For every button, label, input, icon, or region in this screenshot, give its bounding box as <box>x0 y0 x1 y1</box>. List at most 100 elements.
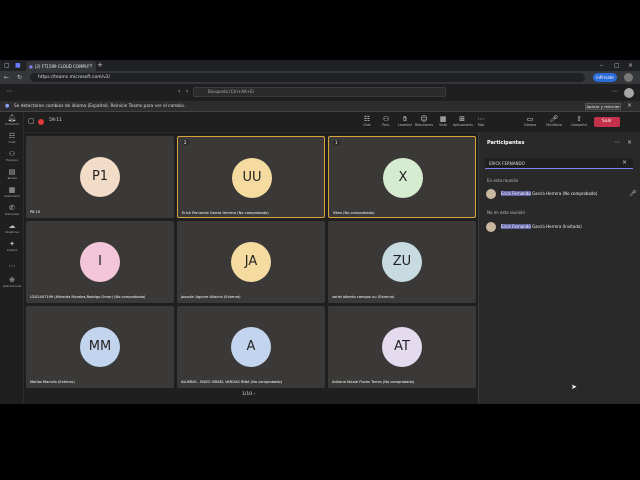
mic-icon: 🎤︎ <box>629 190 637 197</box>
meeting-toolbar: ▢ 59:11 ☷ Chat ⚇ Pers. ✋︎ Levantar ☺ Rea… <box>24 112 640 133</box>
teams-back-icon[interactable]: ‹ <box>178 88 180 95</box>
apps-icon: ⊞ <box>459 115 465 123</box>
raise-hand-icon: ✋︎ <box>403 115 407 123</box>
teams-forward-icon[interactable]: › <box>186 88 188 95</box>
url-input[interactable]: https://teams.microsoft.com/v2/ <box>30 73 585 82</box>
participant-row[interactable]: EF Erick Fernando García Herrera (Invita… <box>486 221 636 233</box>
search-highlight: Erick Fernando <box>501 224 531 229</box>
screen: ▢ ■ ■ (2) FT1599 CLOUD COMPUTI × + – ▢ ×… <box>0 0 640 480</box>
calendar-icon: ▦ <box>8 186 16 194</box>
video-tile[interactable]: A ALUMNO - ENZO ISRAEL VARGAS RINA (No c… <box>177 306 325 388</box>
participant-name: P6 10 <box>30 210 41 214</box>
tab-teams[interactable]: ■ (2) FT1599 CLOUD COMPUTI × <box>26 61 96 71</box>
more-button[interactable]: ⋯ Más <box>472 115 490 128</box>
browser-window: ▢ ■ ■ (2) FT1599 CLOUD COMPUTI × + – ▢ ×… <box>0 60 640 404</box>
participant-avatar: EF <box>486 222 496 232</box>
clear-search-icon[interactable]: × <box>622 159 627 166</box>
video-tile[interactable]: I U202407199 (Miranda Morales,Rodrigo Om… <box>26 221 174 303</box>
camera-button[interactable]: ▭ Cámara <box>521 115 539 128</box>
participant-avatar: EF <box>486 189 496 199</box>
bell-icon: 🔔︎ <box>7 114 17 122</box>
video-tile[interactable]: 2 UU Erick Fernando García Herrera (No c… <box>177 136 325 218</box>
rail-item-more[interactable]: ⋯ <box>0 262 24 270</box>
participant-name: Matías Marrufo (Externo) <box>30 380 75 384</box>
more-icon: ⋯ <box>477 115 485 123</box>
react-icon: ☺ <box>420 115 428 123</box>
video-tile[interactable]: JA Joaquín Aguirre Aliocha (Externo) <box>177 221 325 303</box>
video-tile[interactable]: AT Adriana Nicole Flores Torres (No comp… <box>328 306 476 388</box>
browser-profile-avatar[interactable] <box>624 73 633 82</box>
minimize-icon[interactable]: – <box>600 61 603 70</box>
next-page-icon[interactable]: › <box>254 392 256 397</box>
rail-item-calls[interactable]: ✆ Llamadas <box>0 204 24 216</box>
chat-button[interactable]: ☷ Chat <box>358 115 376 128</box>
leave-button[interactable]: Salir <box>594 117 620 127</box>
participant-avatar: X <box>383 158 423 198</box>
settings-more-icon[interactable]: ⋯ <box>612 88 618 95</box>
video-tile[interactable]: P1 P6 10 <box>26 136 174 218</box>
apps-button[interactable]: ⊞ Aplicaciones <box>453 115 473 128</box>
rail-item-copilot[interactable]: ✦ Copilot <box>0 240 24 252</box>
participant-row[interactable]: EF Erick Fernando García Herrera (No com… <box>486 188 637 200</box>
mic-button[interactable]: 🎤︎ Micrófono <box>545 115 563 128</box>
video-tile[interactable]: 1 X XIlan (No comprobado) <box>328 136 476 218</box>
chat-icon: ☷ <box>363 115 371 123</box>
maximize-icon[interactable]: ▢ <box>614 61 620 70</box>
participant-name: Joaquín Aguirre Aliocha (Externo) <box>181 295 241 299</box>
participant-avatar: ZU <box>382 242 422 282</box>
share-button[interactable]: ⇧ Compartir <box>570 115 588 128</box>
people-button[interactable]: ⚇ Pers. <box>377 115 395 128</box>
meeting-details-icon[interactable]: ▢ <box>28 117 35 125</box>
banner-close-icon[interactable]: × <box>627 102 632 109</box>
close-window-icon[interactable]: × <box>628 61 633 70</box>
participant-name: zariel alberto campos uu (Externo) <box>332 295 395 299</box>
rail-item-apps[interactable]: ⊕ Aplicaciones <box>0 276 24 288</box>
grid-pager[interactable]: 1/10 › <box>242 392 255 397</box>
react-button[interactable]: ☺ Reacciones <box>415 115 433 128</box>
app-launcher-icon[interactable]: ⋯ <box>6 88 12 95</box>
participant-avatar: UU <box>232 158 272 198</box>
tab-close-icon[interactable]: × <box>89 63 93 69</box>
participant-avatar: P1 <box>80 157 120 197</box>
back-icon[interactable]: ← <box>4 73 9 82</box>
participant-avatar: JA <box>231 242 271 282</box>
chat-icon: ☷ <box>8 132 16 140</box>
participant-avatar: A <box>231 327 271 367</box>
language-banner: ● Se detectaron cambios de idioma (Españ… <box>0 101 640 112</box>
user-avatar[interactable] <box>624 88 634 98</box>
refresh-icon[interactable]: ↻ <box>17 73 22 82</box>
rail-item-onedrive[interactable]: ☁ OneDrive <box>0 222 24 234</box>
info-icon: ● <box>5 103 10 109</box>
video-tile[interactable]: MM Matías Marrufo (Externo) <box>26 306 174 388</box>
workspaces-icon[interactable]: ■ <box>15 61 21 70</box>
apps-icon: ⊕ <box>9 276 15 284</box>
tab-strip: ▢ ■ ■ (2) FT1599 CLOUD COMPUTI × + – ▢ × <box>0 60 640 71</box>
apply-restart-button[interactable]: Aplicar y reiniciar <box>585 103 621 110</box>
participant-name: Erick Fernando García Herrera (Invitado) <box>501 224 582 229</box>
panel-close-icon[interactable]: × <box>627 139 632 146</box>
view-button[interactable]: ▦ Vista <box>434 115 452 128</box>
participant-avatar: I <box>80 242 120 282</box>
rail-item-chat[interactable]: ☷ Chat <box>0 132 24 144</box>
mic-icon: 🎤︎ <box>549 115 559 123</box>
calls-icon: ✆ <box>9 204 15 212</box>
participant-name: Erick Fernando García Herrera (No compro… <box>501 191 598 196</box>
participant-name: U202407199 (Miranda Morales,Rodrigo Omar… <box>30 295 146 299</box>
new-tab-icon[interactable]: + <box>97 61 103 70</box>
rail-item-activity[interactable]: 🔔︎ Actividad <box>0 114 24 126</box>
share-icon: ⇧ <box>576 115 582 123</box>
panel-more-icon[interactable]: ⋯ <box>614 139 620 146</box>
section-in-meeting: En esta reunión <box>487 178 519 183</box>
raise-hand-button[interactable]: ✋︎ Levantar <box>396 115 414 128</box>
video-tile[interactable]: ZU zariel alberto campos uu (Externo) <box>328 221 476 303</box>
browser-menu-icon[interactable]: ▢ <box>4 61 10 70</box>
search-input[interactable]: Búsqueda (Ctrl+Alt+E) <box>193 87 446 97</box>
rail-item-teams[interactable]: ⚇ Equipos <box>0 150 24 162</box>
meeting-timer: 59:11 <box>49 118 62 123</box>
panel-title: Participantes <box>487 140 525 146</box>
participant-search-input[interactable]: ERICK FERNANDO <box>485 158 633 169</box>
inprivate-badge[interactable]: InPrivate <box>593 73 617 82</box>
pager-text: 1/10 <box>242 392 253 397</box>
rail-item-calendar[interactable]: ▦ Calendario <box>0 186 24 198</box>
rail-item-assignments[interactable]: ▤ Tareas <box>0 168 24 180</box>
